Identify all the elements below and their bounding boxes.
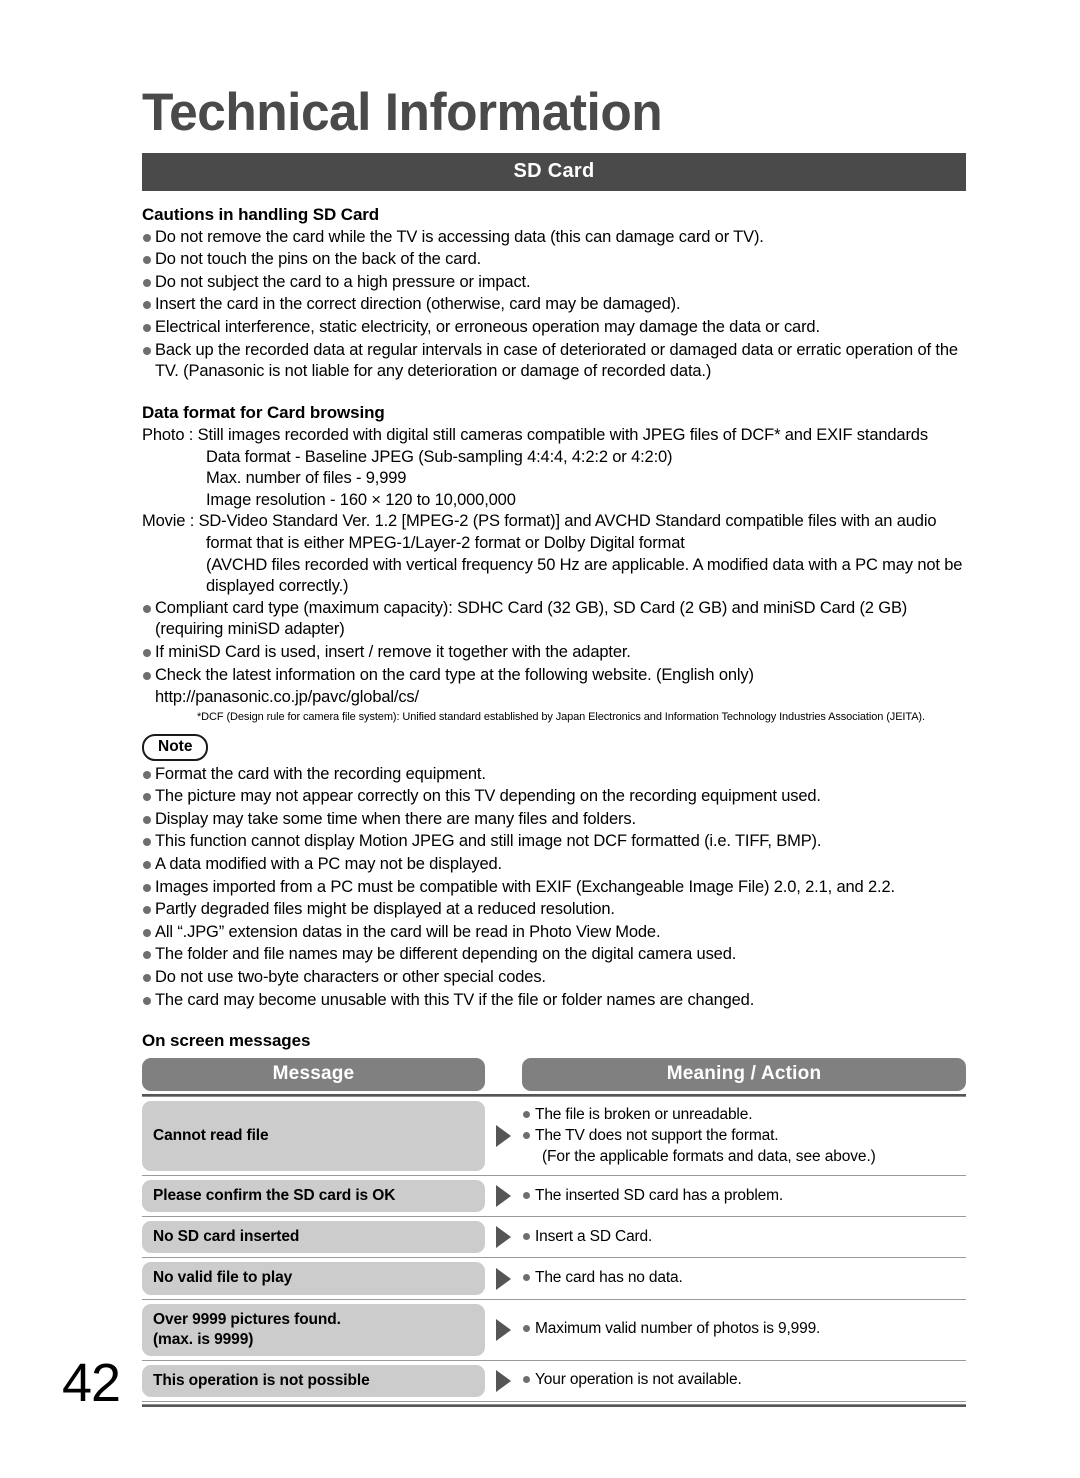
list-item: Maximum valid number of photos is 9,999. bbox=[522, 1319, 966, 1339]
table-row: This operation is not possible Your oper… bbox=[142, 1361, 966, 1402]
on-screen-messages-heading: On screen messages bbox=[142, 1031, 311, 1051]
meaning-cell: The inserted SD card has a problem. bbox=[522, 1180, 966, 1212]
list-item: Your operation is not available. bbox=[522, 1370, 966, 1390]
column-header-message: Message bbox=[142, 1058, 485, 1092]
data-format-heading: Data format for Card browsing bbox=[142, 402, 385, 422]
meaning-list: Your operation is not available. bbox=[522, 1370, 966, 1391]
header-spacer bbox=[485, 1058, 522, 1091]
list-item: Images imported from a PC must be compat… bbox=[142, 877, 966, 899]
list-item: The card has no data. bbox=[522, 1268, 966, 1288]
meaning-cell: Maximum valid number of photos is 9,999. bbox=[522, 1304, 966, 1356]
list-item: A data modified with a PC may not be dis… bbox=[142, 854, 966, 876]
note-badge: Note bbox=[142, 734, 209, 761]
list-item: This function cannot display Motion JPEG… bbox=[142, 831, 966, 853]
message-cell: Please confirm the SD card is OK bbox=[142, 1180, 485, 1213]
column-header-meaning-action: Meaning / Action bbox=[522, 1058, 966, 1092]
arrow-cell bbox=[485, 1221, 522, 1253]
arrow-cell bbox=[485, 1365, 522, 1397]
message-cell: Over 9999 pictures found. (max. is 9999) bbox=[142, 1303, 485, 1356]
dcf-footnote: *DCF (Design rule for camera file system… bbox=[197, 710, 925, 723]
cautions-heading: Cautions in handling SD Card bbox=[142, 204, 380, 224]
meaning-list: The inserted SD card has a problem. bbox=[522, 1186, 966, 1207]
table-bottom-rule bbox=[142, 1404, 966, 1407]
list-item: All “.JPG” extension datas in the card w… bbox=[142, 922, 966, 944]
table-row: Please confirm the SD card is OK The ins… bbox=[142, 1176, 966, 1218]
panasonic-support-url[interactable]: http://panasonic.co.jp/pavc/global/cs/ bbox=[142, 687, 966, 709]
message-text: Please confirm the SD card is OK bbox=[153, 1187, 396, 1205]
message-text: No SD card inserted bbox=[153, 1228, 300, 1246]
data-format-photo-detail: Data format - Baseline JPEG (Sub-samplin… bbox=[206, 447, 673, 466]
arrow-cell bbox=[485, 1262, 522, 1294]
page-content: Technical Information SD Card Cautions i… bbox=[142, 0, 966, 1407]
arrow-cell bbox=[485, 1180, 522, 1212]
meaning-cell: Your operation is not available. bbox=[522, 1365, 966, 1397]
list-item: If miniSD Card is used, insert / remove … bbox=[142, 642, 966, 664]
message-text: Over 9999 pictures found. bbox=[153, 1310, 341, 1328]
list-item: The TV does not support the format. bbox=[522, 1126, 966, 1146]
meaning-list: Maximum valid number of photos is 9,999. bbox=[522, 1319, 966, 1340]
right-triangle-icon bbox=[496, 1125, 511, 1148]
list-item: The file is broken or unreadable. bbox=[522, 1105, 966, 1125]
right-triangle-icon bbox=[496, 1318, 511, 1341]
list-item: Do not subject the card to a high pressu… bbox=[142, 272, 966, 294]
list-item: The card may become unusable with this T… bbox=[142, 990, 966, 1012]
data-format-photo-detail: Max. number of files - 9,999 bbox=[206, 469, 407, 488]
meaning-list: The card has no data. bbox=[522, 1268, 966, 1289]
table-header-row: Message Meaning / Action bbox=[142, 1058, 966, 1092]
right-triangle-icon bbox=[496, 1226, 511, 1249]
message-cell: Cannot read file bbox=[142, 1101, 485, 1172]
list-item: Insert the card in the correct direction… bbox=[142, 294, 966, 316]
meaning-list: The file is broken or unreadable. The TV… bbox=[522, 1105, 966, 1147]
list-item: Format the card with the recording equip… bbox=[142, 764, 966, 786]
message-text: No valid file to play bbox=[153, 1269, 293, 1287]
list-item: Back up the recorded data at regular int… bbox=[142, 340, 966, 383]
table-row: Over 9999 pictures found. (max. is 9999)… bbox=[142, 1300, 966, 1361]
table-row: No valid file to play The card has no da… bbox=[142, 1258, 966, 1300]
list-item: Do not remove the card while the TV is a… bbox=[142, 227, 966, 249]
meaning-cell: Insert a SD Card. bbox=[522, 1221, 966, 1253]
list-item: Compliant card type (maximum capacity): … bbox=[142, 598, 966, 641]
table-row: No SD card inserted Insert a SD Card. bbox=[142, 1217, 966, 1259]
list-item: The picture may not appear correctly on … bbox=[142, 786, 966, 808]
list-item: Partly degraded files might be displayed… bbox=[142, 899, 966, 921]
cautions-list: Do not remove the card while the TV is a… bbox=[142, 227, 966, 383]
data-format-bullets: Compliant card type (maximum capacity): … bbox=[142, 598, 966, 686]
page-number: 42 bbox=[62, 1353, 121, 1413]
list-item: The folder and file names may be differe… bbox=[142, 944, 966, 966]
list-item: Display may take some time when there ar… bbox=[142, 809, 966, 831]
message-cell: This operation is not possible bbox=[142, 1364, 485, 1397]
message-cell: No SD card inserted bbox=[142, 1221, 485, 1254]
list-item: Do not touch the pins on the back of the… bbox=[142, 249, 966, 271]
list-item: Check the latest information on the card… bbox=[142, 665, 966, 687]
data-format-photo-detail: Image resolution - 160 × 120 to 10,000,0… bbox=[206, 490, 516, 509]
table-row: Cannot read file The file is broken or u… bbox=[142, 1097, 966, 1177]
list-item: The inserted SD card has a problem. bbox=[522, 1186, 966, 1206]
right-triangle-icon bbox=[496, 1267, 511, 1290]
message-text-line2: (max. is 9999) bbox=[153, 1330, 254, 1348]
page-title: Technical Information bbox=[142, 83, 663, 142]
message-cell: No valid file to play bbox=[142, 1262, 485, 1295]
data-format-movie-detail: (AVCHD files recorded with vertical freq… bbox=[206, 555, 963, 596]
meaning-list: Insert a SD Card. bbox=[522, 1227, 966, 1248]
meaning-subnote: (For the applicable formats and data, se… bbox=[542, 1148, 876, 1166]
right-triangle-icon bbox=[496, 1369, 511, 1392]
right-triangle-icon bbox=[496, 1185, 511, 1208]
data-format-movie-line: Movie : SD-Video Standard Ver. 1.2 [MPEG… bbox=[142, 512, 937, 552]
data-format-photo-line: Photo : Still images recorded with digit… bbox=[142, 425, 928, 444]
note-list: Format the card with the recording equip… bbox=[142, 764, 966, 1012]
on-screen-messages-table: Message Meaning / Action Cannot read fil… bbox=[142, 1058, 966, 1407]
message-text: Cannot read file bbox=[153, 1127, 269, 1145]
list-item: Do not use two-byte characters or other … bbox=[142, 967, 966, 989]
arrow-cell bbox=[485, 1304, 522, 1356]
arrow-cell bbox=[485, 1101, 522, 1171]
document-page: Technical Information SD Card Cautions i… bbox=[0, 0, 1080, 1478]
meaning-cell: The file is broken or unreadable. The TV… bbox=[522, 1101, 966, 1171]
list-item: Insert a SD Card. bbox=[522, 1227, 966, 1247]
meaning-cell: The card has no data. bbox=[522, 1262, 966, 1294]
section-bar-sd-card: SD Card bbox=[142, 152, 966, 191]
message-text: This operation is not possible bbox=[153, 1371, 370, 1389]
list-item: Electrical interference, static electric… bbox=[142, 317, 966, 339]
